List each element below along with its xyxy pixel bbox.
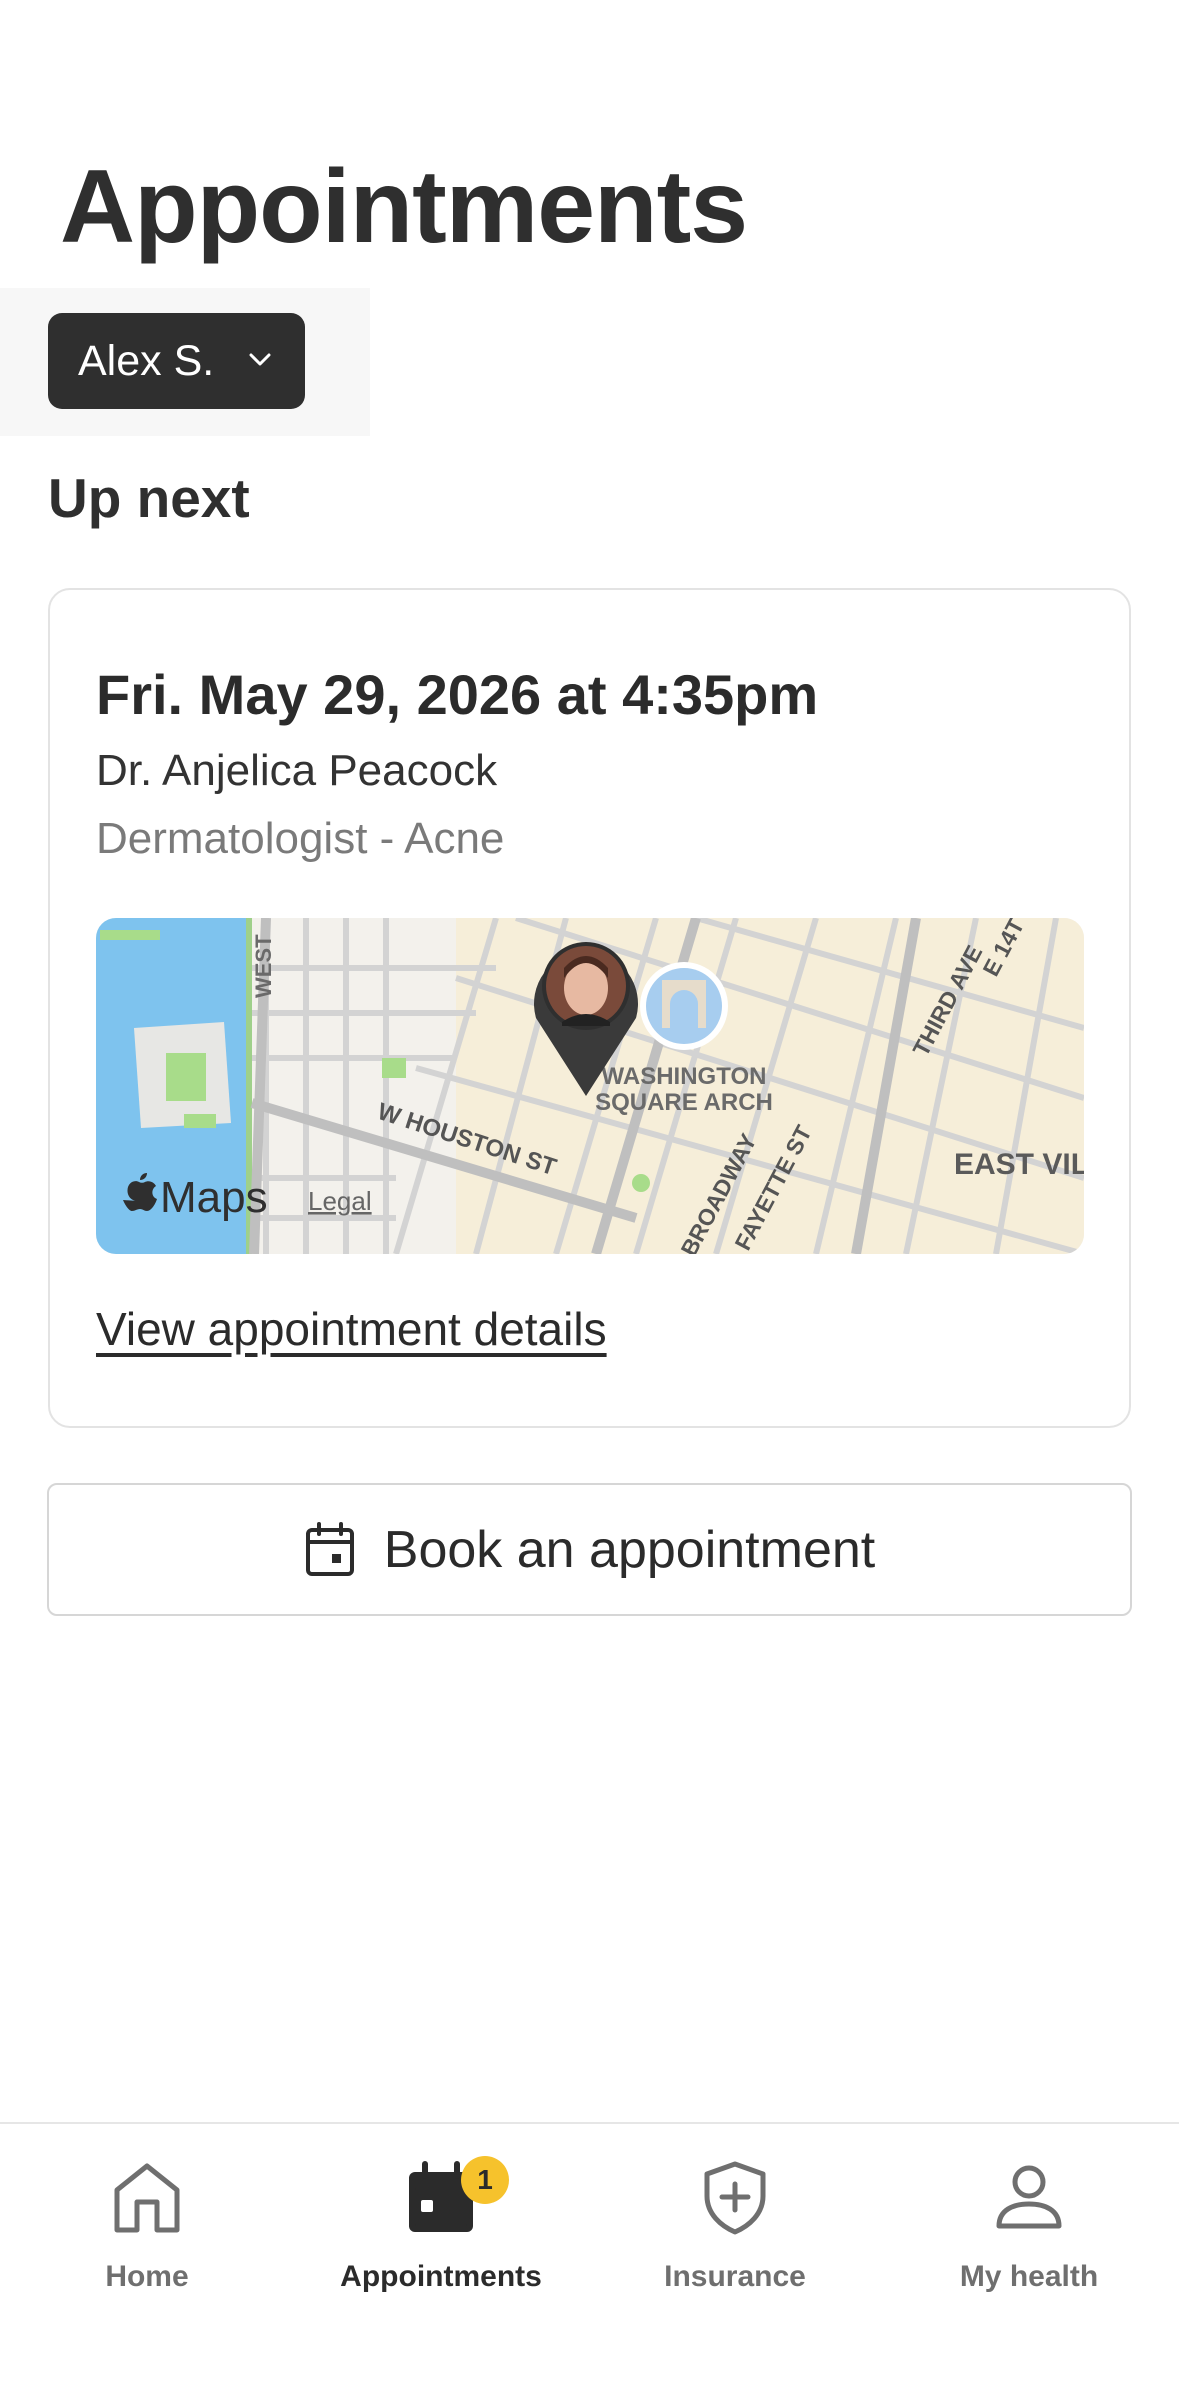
- page-title: Appointments: [60, 149, 748, 265]
- appointment-card: Fri. May 29, 2026 at 4:35pm Dr. Anjelica…: [48, 588, 1131, 1428]
- bottom-tab-bar: Home 1 Appointments Insurance My health: [0, 2122, 1179, 2396]
- appointment-map[interactable]: WEST W HOUSTON ST BROADWAY FAYETTE ST TH…: [96, 918, 1084, 1254]
- doctor-specialty: Dermatologist - Acne: [96, 814, 505, 863]
- doctor-name: Dr. Anjelica Peacock: [96, 746, 498, 795]
- view-appointment-details-link[interactable]: View appointment details: [96, 1302, 607, 1356]
- book-appointment-label: Book an appointment: [383, 1520, 876, 1579]
- tab-home[interactable]: Home: [7, 2160, 287, 2294]
- map-legal-link[interactable]: Legal: [308, 1186, 372, 1216]
- tab-insurance-label: Insurance: [664, 2260, 806, 2293]
- appointment-datetime: Fri. May 29, 2026 at 4:35pm: [96, 663, 819, 726]
- up-next-heading: Up next: [48, 467, 250, 529]
- calendar-icon: [305, 1521, 354, 1576]
- patient-selector-button[interactable]: Alex S.: [48, 313, 305, 409]
- map-street-label: WEST: [251, 934, 276, 998]
- tab-appointments[interactable]: 1 Appointments: [301, 2156, 581, 2294]
- map-landmark-label: SQUARE ARCH: [595, 1089, 773, 1116]
- person-icon: [996, 2165, 1062, 2229]
- book-appointment-button[interactable]: Book an appointment: [47, 1483, 1132, 1616]
- home-icon: [114, 2163, 180, 2233]
- maps-logo-text: Maps: [160, 1173, 268, 1222]
- tab-my-health[interactable]: My health: [889, 2160, 1169, 2294]
- tab-home-label: Home: [105, 2260, 189, 2293]
- chevron-down-icon: [249, 353, 271, 366]
- map-landmark-label: WASHINGTON: [602, 1063, 767, 1090]
- patient-name: Alex S.: [78, 336, 215, 385]
- map-neighborhood-label: EAST VIL: [954, 1148, 1084, 1181]
- map-canvas: WEST W HOUSTON ST BROADWAY FAYETTE ST TH…: [96, 918, 1084, 1254]
- tab-insurance[interactable]: Insurance: [595, 2160, 875, 2294]
- tab-my-health-label: My health: [959, 2260, 1099, 2293]
- shield-plus-icon: [704, 2161, 766, 2235]
- appointments-badge: 1: [461, 2156, 509, 2204]
- tab-appointments-label: Appointments: [340, 2260, 542, 2293]
